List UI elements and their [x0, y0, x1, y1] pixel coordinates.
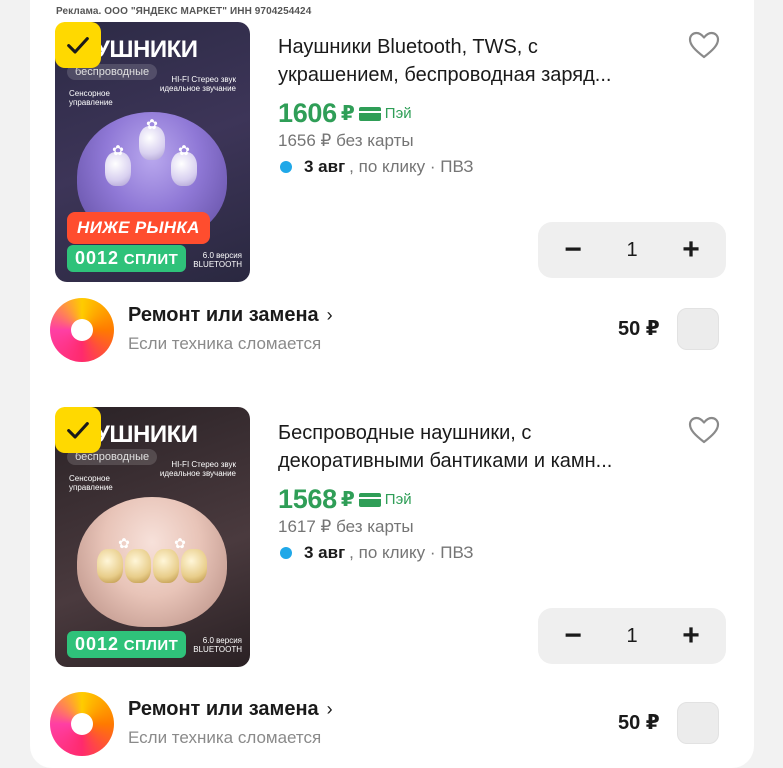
- price-currency: ₽: [340, 489, 355, 511]
- select-checkbox[interactable]: [55, 407, 101, 453]
- product-title-line: Наушники Bluetooth, TWS, с: [278, 36, 538, 58]
- checkmark-icon: [67, 37, 89, 54]
- chevron-right-icon: ›: [326, 699, 333, 719]
- image-feature-left: Сенсорное управление: [69, 89, 113, 107]
- heart-outline-icon[interactable]: [687, 415, 721, 445]
- bow-icon: ✿: [146, 116, 158, 132]
- product-title[interactable]: Беспроводные наушники, с декоративными б…: [278, 419, 678, 475]
- price-without-card: 1617 ₽ без карты: [278, 517, 414, 536]
- image-feature-left: Сенсорное управление: [69, 474, 113, 492]
- repair-service-row: Ремонт или замена › Если техника сломаетс…: [50, 298, 730, 364]
- repair-service-row: Ремонт или замена › Если техника сломаетс…: [50, 692, 730, 758]
- bow-icon: ✿: [174, 535, 186, 551]
- pay-label: Пэй: [384, 105, 412, 122]
- product-title-line: украшением, беспроводная заряд...: [278, 64, 612, 86]
- repair-service-link[interactable]: Ремонт или замена ›: [128, 304, 333, 327]
- delivery-dot-icon: [280, 547, 292, 559]
- delivery-date: 3 авг: [304, 157, 346, 176]
- earbud-illustration: [125, 549, 151, 583]
- image-feature-right: HI-FI Стерео звук идеальное звучание: [159, 460, 236, 478]
- bow-icon: ✿: [112, 142, 124, 158]
- delivery-date: 3 авг: [304, 543, 346, 562]
- card-icon: [358, 106, 381, 121]
- ad-disclaimer: Реклама. ООО "ЯНДЕКС МАРКЕТ" ИНН 9704254…: [56, 6, 312, 17]
- split-label: СПЛИТ: [123, 251, 179, 268]
- earbud-illustration: [97, 549, 123, 583]
- repair-checkbox[interactable]: [677, 702, 719, 744]
- image-version-text: 6.0 версия BLUETOOTH: [193, 251, 242, 270]
- pay-label: Пэй: [384, 491, 412, 508]
- image-brand-text: УШНИКИ: [95, 36, 198, 63]
- price-row: 1568 ₽ Пэй: [278, 484, 412, 515]
- image-version-text: 6.0 версия BLUETOOTH: [193, 636, 242, 655]
- chevron-right-icon: ›: [326, 305, 333, 325]
- delivery-dot-icon: [280, 161, 292, 173]
- select-checkbox[interactable]: [55, 22, 101, 68]
- repair-service-link[interactable]: Ремонт или замена ›: [128, 698, 333, 721]
- increase-button[interactable]: +: [678, 235, 704, 265]
- price-value: 1568: [278, 484, 337, 514]
- split-digits: 0012: [75, 634, 120, 654]
- product-title-line: декоративными бантиками и камн...: [278, 450, 613, 472]
- image-feature-right: HI-FI Стерео звук идеальное звучание: [159, 75, 236, 93]
- quantity-value: 1: [626, 624, 638, 647]
- decrease-button[interactable]: −: [560, 235, 586, 265]
- product-title[interactable]: Наушники Bluetooth, TWS, с украшением, б…: [278, 33, 678, 89]
- split-digits: 0012: [75, 248, 120, 268]
- delivery-info: 3 авг , по клику · ПВЗ: [280, 157, 474, 177]
- bow-icon: ✿: [178, 142, 190, 158]
- below-market-badge: НИЖЕ РЫНКА: [67, 212, 210, 244]
- decrease-button[interactable]: −: [560, 621, 586, 651]
- checkmark-icon: [67, 422, 89, 439]
- repair-checkbox[interactable]: [677, 308, 719, 350]
- repair-title: Ремонт или замена: [128, 304, 319, 326]
- quantity-stepper: − 1 +: [538, 222, 726, 278]
- price-currency: ₽: [340, 103, 355, 125]
- earbud-illustration: [181, 549, 207, 583]
- delivery-method: , по клику · ПВЗ: [349, 543, 474, 562]
- repair-logo-icon: [50, 298, 114, 362]
- repair-logo-icon: [50, 692, 114, 756]
- split-label: СПЛИТ: [123, 637, 179, 654]
- repair-subtitle: Если техника сломается: [128, 334, 322, 353]
- delivery-info: 3 авг , по клику · ПВЗ: [280, 543, 474, 563]
- price-without-card: 1656 ₽ без карты: [278, 131, 414, 150]
- earbud-illustration: [153, 549, 179, 583]
- repair-price: 50 ₽: [618, 712, 660, 734]
- bow-icon: ✿: [118, 535, 130, 551]
- card-icon: [358, 492, 381, 507]
- repair-price: 50 ₽: [618, 318, 660, 340]
- price-row: 1606 ₽ Пэй: [278, 98, 412, 129]
- product-title-line: Беспроводные наушники, с: [278, 422, 532, 444]
- split-badge: 0012 СПЛИТ: [67, 245, 187, 272]
- repair-subtitle: Если техника сломается: [128, 728, 322, 747]
- delivery-method: , по клику · ПВЗ: [349, 157, 474, 176]
- repair-title: Ремонт или замена: [128, 698, 319, 720]
- heart-outline-icon[interactable]: [687, 30, 721, 60]
- earbuds-case-illustration: ✿ ✿: [77, 497, 227, 627]
- image-brand-text: УШНИКИ: [95, 421, 198, 448]
- quantity-value: 1: [626, 238, 638, 261]
- quantity-stepper: − 1 +: [538, 608, 726, 664]
- increase-button[interactable]: +: [678, 621, 704, 651]
- split-badge: 0012 СПЛИТ: [67, 631, 187, 658]
- price-value: 1606: [278, 98, 337, 128]
